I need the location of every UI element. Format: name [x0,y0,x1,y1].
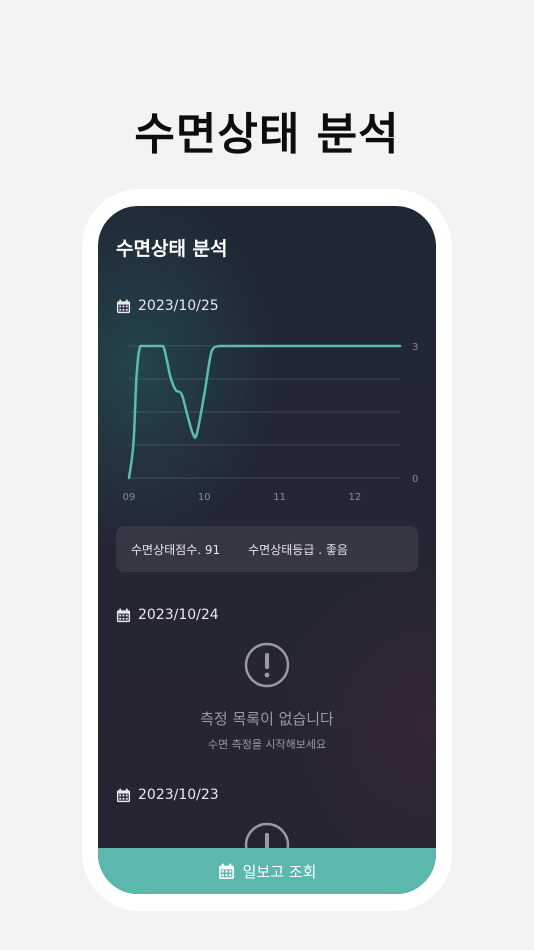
sleep-grade: 수면상태등급 . 좋음 [248,542,348,557]
x-tick-label: 12 [348,492,361,503]
screen-title: 수면상태 분석 [116,238,228,260]
date-label: 2023/10/24 [138,607,219,623]
date-header: 2023/10/24 [116,607,219,623]
app-screen: 수면상태 분석 2023/10/25 3 0 09 10 11 12 수면상태점수. 9… [98,206,436,894]
calendar-icon [116,298,131,313]
date-header: 2023/10/25 [116,298,219,314]
daily-report-label: 일보고 조회 [242,862,317,881]
y-tick-label: 0 [412,474,418,485]
calendar-icon [116,607,131,622]
empty-subtitle: 수면 측정을 시작해보세요 [207,738,327,751]
x-tick-label: 10 [198,492,211,503]
daily-report-button[interactable]: 일보고 조회 [98,848,436,894]
score-card: 수면상태점수. 91 수면상태등급 . 좋음 [116,526,418,572]
alert-icon [244,642,290,688]
calendar-icon [116,787,131,802]
sleep-chart: 3 0 09 10 11 12 [123,342,419,503]
x-tick-label: 09 [123,492,136,503]
date-header: 2023/10/23 [116,787,219,803]
x-tick-label: 11 [273,492,286,503]
date-label: 2023/10/25 [138,298,219,314]
date-label: 2023/10/23 [138,787,219,803]
hero-title: 수면상태 분석 [134,109,400,160]
empty-title: 측정 목록이 없습니다 [200,710,334,728]
calendar-icon [218,863,234,879]
sleep-score: 수면상태점수. 91 [131,542,221,557]
y-tick-label: 3 [412,342,418,353]
